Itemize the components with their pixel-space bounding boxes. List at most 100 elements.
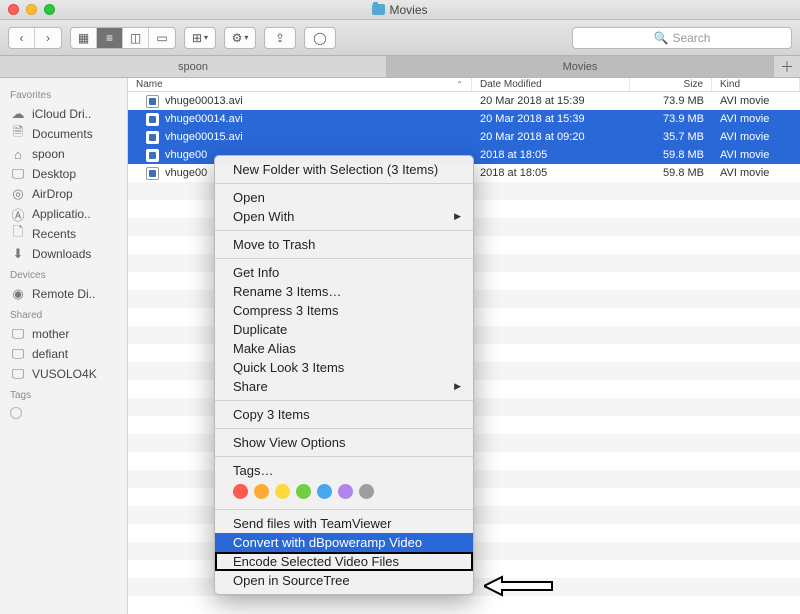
context-menu-item[interactable]: Encode Selected Video Files [215, 552, 473, 571]
sidebar-item-recents[interactable]: 🗋Recents [0, 224, 127, 244]
sidebar-item-defiant[interactable]: 🖵defiant [0, 344, 127, 364]
tag-color-icon[interactable] [233, 484, 248, 499]
context-menu-item[interactable]: Copy 3 Items [215, 405, 473, 424]
context-menu-item[interactable]: Tags… [215, 461, 473, 480]
file-kind: AVI movie [712, 95, 800, 107]
tag-color-icon[interactable] [275, 484, 290, 499]
file-size: 73.9 MB [630, 113, 712, 125]
screen-icon: 🖵 [10, 367, 26, 381]
column-kind[interactable]: Kind [712, 78, 800, 91]
file-size: 59.8 MB [630, 149, 712, 161]
context-menu-item[interactable]: Convert with dBpoweramp Video [215, 533, 473, 552]
context-menu-separator [215, 400, 473, 401]
context-menu-item[interactable]: Open in SourceTree [215, 571, 473, 590]
sidebar-item-remote-disc[interactable]: ◉Remote Di.. [0, 284, 127, 304]
context-menu-item[interactable]: Share [215, 377, 473, 396]
context-menu-item[interactable]: Open With [215, 207, 473, 226]
share-button[interactable]: ⇪ [264, 27, 296, 49]
list-view-button[interactable]: ≡ [97, 28, 123, 48]
empty-row [128, 596, 800, 614]
file-date: 20 Mar 2018 at 15:39 [472, 95, 630, 107]
search-placeholder: Search [672, 31, 710, 45]
sidebar-item-vusolo4k[interactable]: 🖵VUSOLO4K [0, 364, 127, 384]
sidebar-item-spoon[interactable]: ⌂spoon [0, 144, 127, 164]
sidebar-item-applications[interactable]: ⒶApplicatio.. [0, 204, 127, 224]
search-input[interactable]: 🔍 Search [572, 27, 792, 49]
context-menu-item[interactable]: Make Alias [215, 339, 473, 358]
airdrop-icon: ◎ [10, 187, 26, 201]
sidebar-item-icloud[interactable]: ☁iCloud Dri.. [0, 104, 127, 124]
file-name: vhuge00 [165, 167, 207, 179]
file-icon [146, 113, 159, 126]
new-tab-button[interactable]: ＋ [774, 56, 800, 77]
context-menu-item[interactable]: Rename 3 Items… [215, 282, 473, 301]
tag-color-icon[interactable] [338, 484, 353, 499]
file-icon [146, 149, 159, 162]
table-row[interactable]: vhuge00015.avi20 Mar 2018 at 09:2035.7 M… [128, 128, 800, 146]
table-row[interactable]: vhuge00014.avi20 Mar 2018 at 15:3973.9 M… [128, 110, 800, 128]
tag-color-icon[interactable] [359, 484, 374, 499]
sidebar-item-documents[interactable]: 🗎Documents [0, 124, 127, 144]
search-icon: 🔍 [654, 31, 669, 45]
sidebar-item-airdrop[interactable]: ◎AirDrop [0, 184, 127, 204]
context-menu-separator [215, 258, 473, 259]
arrange-button[interactable]: ⊞▾ [184, 27, 216, 49]
table-row[interactable]: vhuge00013.avi20 Mar 2018 at 15:3973.9 M… [128, 92, 800, 110]
gallery-view-button[interactable]: ▭ [149, 28, 175, 48]
context-menu-item[interactable]: Compress 3 Items [215, 301, 473, 320]
screen-icon: 🖵 [10, 327, 26, 341]
file-name: vhuge00014.avi [165, 113, 243, 125]
sidebar-section-shared: Shared [0, 304, 127, 324]
sort-indicator-icon: ⌃ [456, 80, 463, 89]
column-size[interactable]: Size [630, 78, 712, 91]
file-size: 35.7 MB [630, 131, 712, 143]
tag-color-icon[interactable] [317, 484, 332, 499]
context-menu-item[interactable]: New Folder with Selection (3 Items) [215, 160, 473, 179]
file-kind: AVI movie [712, 167, 800, 179]
back-button[interactable]: ‹ [9, 28, 35, 48]
context-menu-tags [215, 480, 473, 505]
column-headers: Name⌃ Date Modified Size Kind [128, 78, 800, 92]
tab-movies[interactable]: Movies [387, 56, 774, 77]
tag-color-icon[interactable] [254, 484, 269, 499]
action-button[interactable]: ⚙▾ [224, 27, 256, 49]
tab-spoon[interactable]: spoon [0, 56, 387, 77]
sidebar-item-mother[interactable]: 🖵mother [0, 324, 127, 344]
context-menu-item[interactable]: Quick Look 3 Items [215, 358, 473, 377]
annotation-arrow [484, 575, 554, 597]
column-view-button[interactable]: ◫ [123, 28, 149, 48]
forward-button[interactable]: › [35, 28, 61, 48]
context-menu-item[interactable]: Send files with TeamViewer [215, 514, 473, 533]
document-icon: 🗎 [10, 127, 26, 141]
sidebar-section-tags: Tags [0, 384, 127, 404]
file-kind: AVI movie [712, 149, 800, 161]
file-name: vhuge00013.avi [165, 95, 243, 107]
context-menu-item[interactable]: Get Info [215, 263, 473, 282]
sidebar-item-downloads[interactable]: ⬇Downloads [0, 244, 127, 264]
context-menu-item[interactable]: Duplicate [215, 320, 473, 339]
folder-icon [372, 4, 385, 15]
window-title-text: Movies [389, 3, 427, 17]
nav-buttons: ‹ › [8, 27, 62, 49]
disc-icon: ◉ [10, 287, 26, 301]
share-icon: ⇪ [275, 31, 285, 45]
titlebar: Movies [0, 0, 800, 20]
context-menu-item[interactable]: Show View Options [215, 433, 473, 452]
file-kind: AVI movie [712, 131, 800, 143]
sidebar-item-all-tags[interactable] [0, 404, 127, 422]
context-menu-item[interactable]: Move to Trash [215, 235, 473, 254]
tag-icon: ◯ [313, 31, 326, 45]
tag-color-icon[interactable] [296, 484, 311, 499]
icon-view-button[interactable]: ▦ [71, 28, 97, 48]
file-date: 2018 at 18:05 [472, 149, 630, 161]
context-menu-item[interactable]: Open [215, 188, 473, 207]
column-date[interactable]: Date Modified [472, 78, 630, 91]
tab-bar: spoon Movies ＋ [0, 56, 800, 78]
sidebar-section-favorites: Favorites [0, 84, 127, 104]
column-name[interactable]: Name⌃ [128, 78, 472, 91]
file-icon [146, 131, 159, 144]
tags-button[interactable]: ◯ [304, 27, 336, 49]
sidebar-item-desktop[interactable]: 🖵Desktop [0, 164, 127, 184]
downloads-icon: ⬇ [10, 247, 26, 261]
desktop-icon: 🖵 [10, 167, 26, 181]
